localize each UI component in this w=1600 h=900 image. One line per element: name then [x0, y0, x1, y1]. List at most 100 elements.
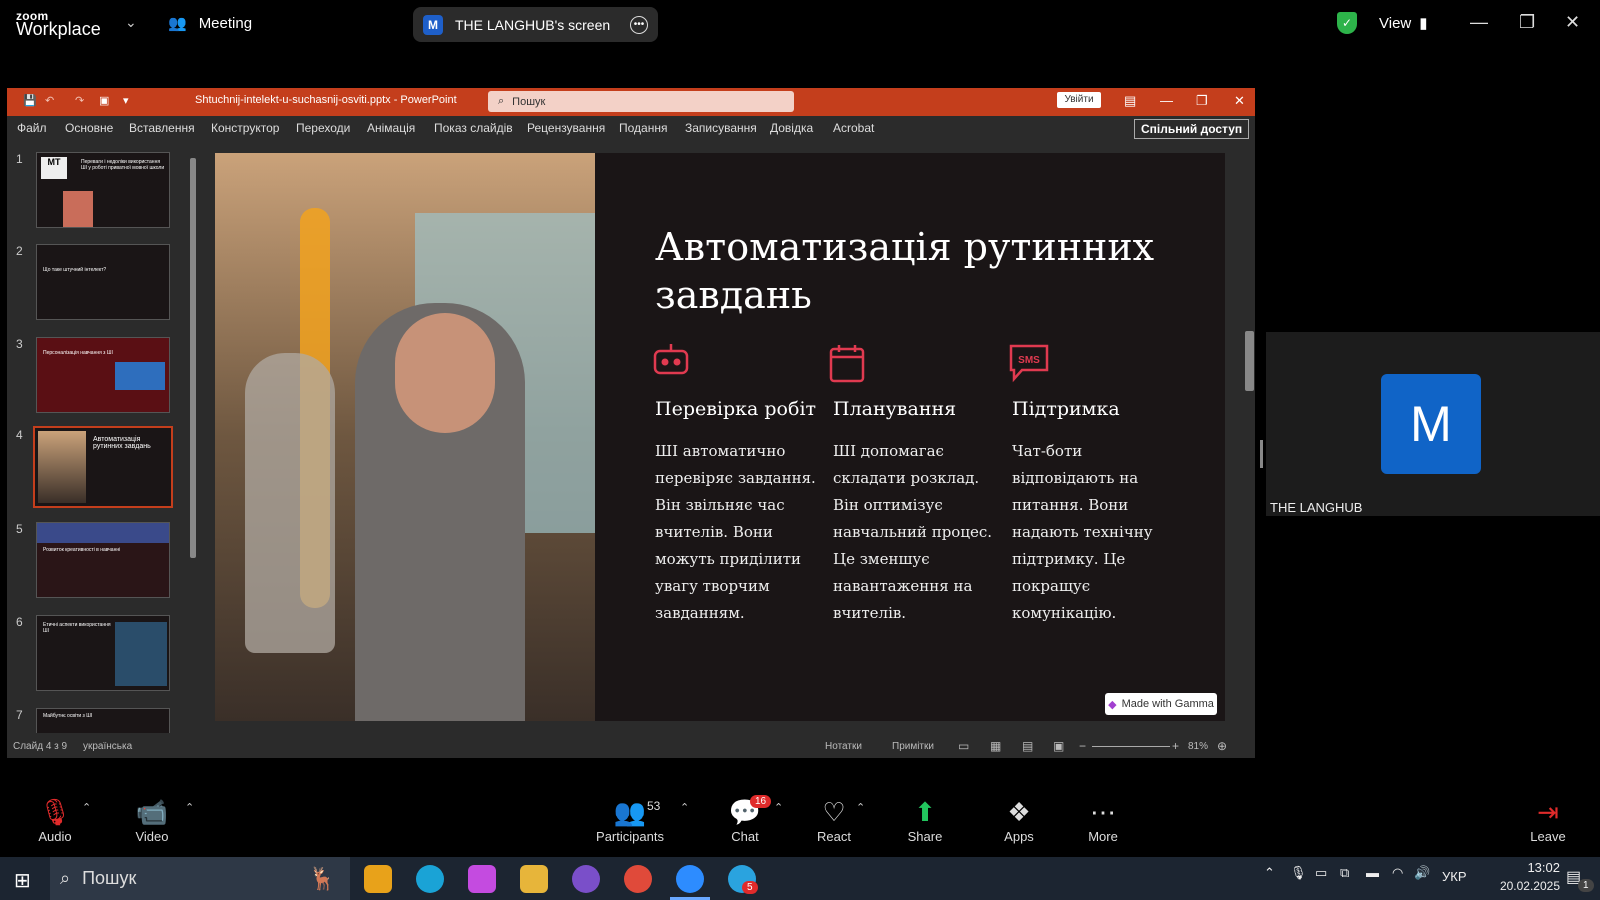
thumb-image: [38, 431, 86, 503]
store-icon[interactable]: [364, 865, 392, 893]
customize-icon[interactable]: ▾: [123, 94, 129, 107]
chat-chevron-icon[interactable]: ⌃: [774, 801, 783, 814]
view-button[interactable]: View ▮: [1379, 14, 1428, 33]
battery-icon[interactable]: ▬: [1366, 865, 1379, 880]
panel-resize-handle[interactable]: [1260, 440, 1263, 468]
slide-thumbnail-4[interactable]: Автоматизація рутинних завдань: [33, 426, 173, 508]
thumbnails-scrollbar[interactable]: [190, 158, 196, 558]
close-icon[interactable]: ✕: [1565, 12, 1580, 33]
viber-icon[interactable]: [572, 865, 600, 893]
slideshow-icon[interactable]: ▣: [1053, 739, 1064, 753]
clock-date[interactable]: 20.02.2025: [1480, 879, 1560, 893]
column-body: Чат-боти відповідають на питання. Вони н…: [1012, 442, 1153, 622]
sharer-avatar: M: [423, 14, 443, 35]
ppt-close-icon[interactable]: ✕: [1234, 93, 1245, 109]
undo-icon[interactable]: ↶: [45, 94, 54, 107]
tab-review[interactable]: Рецензування: [527, 121, 605, 135]
volume-icon[interactable]: 🔊: [1414, 865, 1430, 881]
video-button[interactable]: 📹 Video: [107, 795, 197, 844]
share-button[interactable]: ⬆ Share: [880, 795, 970, 844]
redo-icon[interactable]: ↷: [75, 94, 84, 107]
present-icon[interactable]: ▣: [99, 94, 109, 107]
more-options-icon[interactable]: •••: [630, 15, 648, 34]
thumb-image: [63, 191, 93, 227]
fit-slide-icon[interactable]: ⊕: [1217, 739, 1227, 753]
language-indicator[interactable]: українська: [83, 741, 132, 752]
video-options-chevron-icon[interactable]: ⌃: [185, 801, 194, 814]
restore-icon[interactable]: ❐: [1519, 12, 1535, 33]
slide-canvas[interactable]: Автоматизація рутинних завдань SMS Перев…: [215, 153, 1225, 721]
zoom-in-icon[interactable]: +: [1172, 739, 1179, 753]
windows-start-icon[interactable]: ⊞: [14, 868, 31, 893]
share-access-button[interactable]: Спільний доступ: [1134, 119, 1250, 139]
taskbar-search[interactable]: ⌕ Пошук 🦌: [50, 857, 350, 900]
tab-design[interactable]: Конструктор: [211, 121, 279, 135]
chrome-icon[interactable]: [624, 865, 652, 893]
slide-title: Автоматизація рутинних завдань: [655, 225, 1155, 317]
slide-thumbnail-2[interactable]: Що таке штучний інтелект?: [36, 244, 170, 320]
chevron-down-icon[interactable]: ⌄: [125, 14, 137, 31]
reading-view-icon[interactable]: ▤: [1022, 739, 1033, 753]
tab-animations[interactable]: Анімація: [367, 121, 415, 135]
tab-acrobat[interactable]: Acrobat: [833, 121, 874, 135]
participants-button[interactable]: 👥 Participants: [585, 795, 675, 844]
wifi-icon[interactable]: ◠: [1392, 865, 1403, 881]
microphone-tray-icon[interactable]: 🎙: [1290, 865, 1307, 881]
slide-thumbnail-5[interactable]: Розвиток креативності в навчанні: [36, 522, 170, 598]
tab-help[interactable]: Довідка: [770, 121, 813, 135]
audio-options-chevron-icon[interactable]: ⌃: [82, 801, 91, 814]
security-shield-icon[interactable]: ✓: [1337, 12, 1357, 34]
file-explorer-icon[interactable]: [520, 865, 548, 893]
comments-button[interactable]: Примітки: [892, 741, 934, 752]
clock-time[interactable]: 13:02: [1494, 860, 1560, 875]
normal-view-icon[interactable]: ▭: [958, 739, 969, 753]
language-indicator[interactable]: УКР: [1442, 869, 1467, 884]
ppt-search-input[interactable]: ⌕ Пошук: [488, 91, 794, 112]
participants-chevron-icon[interactable]: ⌃: [680, 801, 689, 814]
screen-share-indicator[interactable]: M THE LANGHUB's screen •••: [413, 7, 658, 42]
apps-button[interactable]: ❖ Apps: [974, 795, 1064, 844]
notes-button[interactable]: Нотатки: [825, 741, 862, 752]
react-button[interactable]: ♡ React: [789, 795, 879, 844]
show-hidden-icons-icon[interactable]: ⌃: [1264, 865, 1275, 881]
powerpoint-window: 💾 ↶ ↷ ▣ ▾ Shtuchnij-intelekt-u-suchasnij…: [7, 88, 1255, 758]
tab-insert[interactable]: Вставлення: [129, 121, 195, 135]
slide-sorter-icon[interactable]: ▦: [990, 739, 1001, 753]
zoom-slider[interactable]: [1092, 746, 1170, 747]
react-chevron-icon[interactable]: ⌃: [856, 801, 865, 814]
slide-thumbnail-3[interactable]: Персоналізація навчання з ШІ: [36, 337, 170, 413]
zoom-level[interactable]: 81%: [1188, 741, 1208, 752]
tab-transitions[interactable]: Переходи: [296, 121, 350, 135]
slide-thumbnail-6[interactable]: Етичні аспекти використання ШІ: [36, 615, 170, 691]
participants-label: Participants: [596, 829, 664, 844]
zoom-out-icon[interactable]: −: [1079, 739, 1086, 753]
tab-home[interactable]: Основне: [65, 121, 113, 135]
ribbon-display-icon[interactable]: ▤: [1124, 93, 1136, 109]
tab-recording[interactable]: Записування: [685, 121, 757, 135]
edge-icon[interactable]: [416, 865, 444, 893]
copilot-icon[interactable]: [468, 865, 496, 893]
display-tray-icon[interactable]: ⧉: [1340, 865, 1349, 881]
save-icon[interactable]: 💾: [23, 94, 37, 107]
chat-unread-badge: 16: [750, 795, 772, 808]
tab-view[interactable]: Подання: [619, 121, 667, 135]
ppt-restore-icon[interactable]: ❐: [1196, 93, 1208, 109]
tab-slideshow[interactable]: Показ слайдів: [434, 121, 513, 135]
meeting-button[interactable]: 👥 Meeting: [168, 14, 252, 33]
tab-file[interactable]: Файл: [17, 121, 47, 135]
made-with-gamma-badge[interactable]: ◆ Made with Gamma: [1105, 693, 1217, 715]
camera-tray-icon[interactable]: ▭: [1315, 865, 1327, 881]
minimize-icon[interactable]: —: [1470, 12, 1488, 33]
ppt-minimize-icon[interactable]: —: [1160, 93, 1173, 108]
slide-thumbnail-1[interactable]: MT Переваги і недоліки використання ШІ у…: [36, 152, 170, 228]
share-label: THE LANGHUB's screen: [455, 16, 611, 33]
telegram-badge: 5: [742, 881, 758, 894]
thumb-title: Переваги і недоліки використання ШІ у ро…: [81, 159, 165, 171]
slide-scrollbar[interactable]: [1245, 331, 1254, 391]
zoom-app-icon[interactable]: [676, 865, 704, 893]
slide-thumbnail-7[interactable]: Майбутнє освіти з ШІ: [36, 708, 170, 733]
login-button[interactable]: Увійти: [1057, 92, 1101, 108]
more-label: More: [1088, 829, 1118, 844]
more-button[interactable]: ⋯ More: [1058, 795, 1148, 844]
leave-button[interactable]: ⇥ Leave: [1503, 795, 1593, 844]
